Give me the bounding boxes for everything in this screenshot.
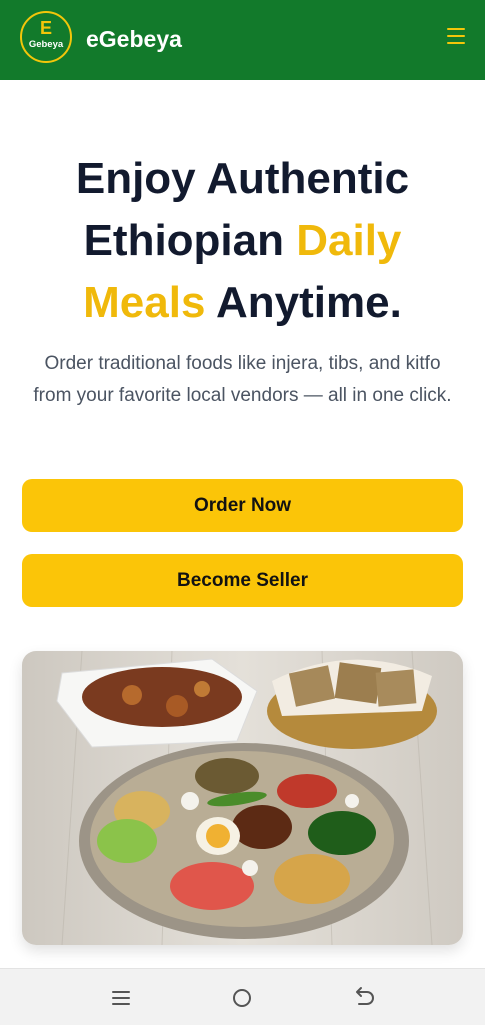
order-now-button[interactable]: Order Now <box>22 479 463 532</box>
hero-title-line3a: Meals <box>83 278 206 327</box>
back-arrow-icon[interactable] <box>348 983 378 1013</box>
top-header: E Gebeya eGebeya <box>0 0 485 80</box>
hero-title-line3b: Anytime. <box>205 278 402 327</box>
become-seller-button[interactable]: Become Seller <box>22 554 463 607</box>
logo-text: Gebeya <box>28 39 64 50</box>
hero-title-line2b: Daily <box>296 216 402 265</box>
hero-title-line2a: Ethiopian <box>83 216 297 265</box>
hero-title-line1: Enjoy Authentic <box>75 154 410 203</box>
recent-apps-icon[interactable] <box>106 983 136 1013</box>
hero-title: Enjoy Authentic Ethiopian Daily Meals An… <box>20 148 465 334</box>
brand-logo[interactable]: E Gebeya <box>20 11 72 63</box>
hamburger-menu-icon[interactable] <box>447 28 465 46</box>
system-navigation-bar <box>0 968 485 1025</box>
logo-letter: E <box>39 18 52 38</box>
brand-name[interactable]: eGebeya <box>86 24 182 54</box>
hero-subtitle: Order traditional foods like injera, tib… <box>33 353 452 406</box>
food-image <box>22 651 463 945</box>
home-circle-icon[interactable] <box>227 983 257 1013</box>
